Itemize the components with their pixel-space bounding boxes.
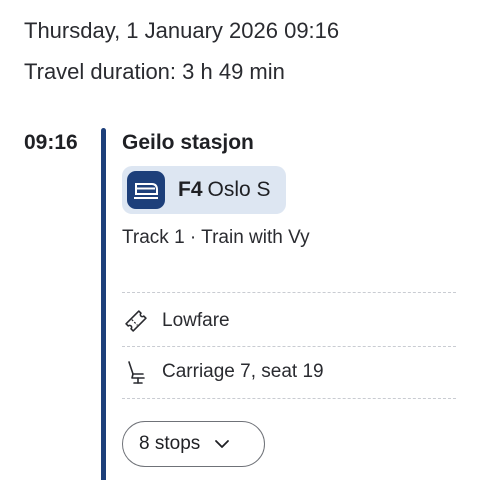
stops-toggle-button[interactable]: 8 stops: [122, 421, 265, 467]
divider: [122, 398, 456, 399]
station-name: Geilo stasjon: [122, 131, 254, 154]
seat-icon: [122, 358, 150, 386]
seat-label: Carriage 7, seat 19: [162, 361, 324, 382]
fare-row: Lowfare: [122, 306, 230, 336]
travel-duration: Travel duration: 3 h 49 min: [24, 59, 285, 84]
fare-label: Lowfare: [162, 310, 230, 331]
trip-details-screen: Thursday, 1 January 2026 09:16 Travel du…: [0, 0, 480, 480]
ticket-icon: [122, 307, 150, 335]
line-destination: Oslo S: [207, 178, 271, 201]
timeline-bar: [101, 128, 106, 480]
departure-time: 09:16: [24, 131, 78, 154]
train-icon: [127, 171, 165, 209]
divider: [122, 346, 456, 347]
stops-label: 8 stops: [139, 433, 201, 454]
line-chip[interactable]: F4 Oslo S: [122, 166, 286, 214]
trip-date-time: Thursday, 1 January 2026 09:16: [24, 18, 340, 43]
seat-row: Carriage 7, seat 19: [122, 357, 324, 387]
track-info: Track 1 · Train with Vy: [122, 227, 310, 248]
line-code: F4: [178, 178, 203, 201]
chevron-down-icon: [214, 439, 230, 449]
divider: [122, 292, 456, 293]
